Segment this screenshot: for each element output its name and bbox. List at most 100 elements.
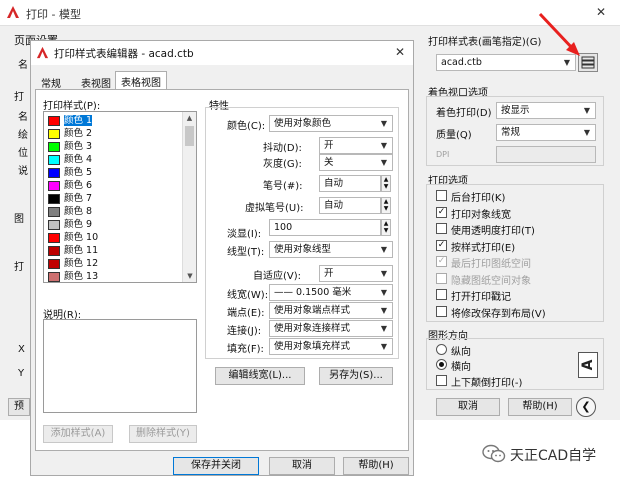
scrollbar-thumb[interactable]: [185, 126, 194, 146]
portrait-radio[interactable]: [436, 344, 447, 355]
editor-help-button[interactable]: 帮助(H): [343, 457, 409, 475]
plot-style-name: 颜色 2: [64, 128, 93, 139]
plot-style-name: 颜色 1: [64, 115, 93, 126]
plot-option-label: 将修改保存到布局(V): [451, 308, 546, 320]
add-style-button[interactable]: 添加样式(A): [43, 425, 113, 443]
description-input[interactable]: [43, 319, 197, 413]
tab-form-view[interactable]: 表格视图: [115, 71, 167, 90]
plot-option-checkbox: [436, 272, 447, 284]
chevron-down-icon: ▼: [380, 324, 388, 333]
landscape-label: 横向: [451, 362, 471, 373]
fill-select[interactable]: 使用对象填充样式 ▼: [269, 338, 393, 355]
preview-button[interactable]: 预: [8, 398, 30, 416]
chevron-down-icon: ▼: [380, 245, 388, 254]
linetype-select[interactable]: 使用对象线型 ▼: [269, 241, 393, 258]
fill-value: 使用对象填充样式: [274, 341, 351, 352]
plot-style-item[interactable]: 颜色 8: [46, 205, 182, 218]
print-title: 打印 - 模型: [26, 8, 81, 21]
joinstyle-select[interactable]: 使用对象连接样式 ▼: [269, 320, 393, 337]
editor-close-button[interactable]: ✕: [395, 45, 405, 59]
dither-select[interactable]: 开 ▼: [319, 137, 393, 154]
scroll-down-icon[interactable]: ▼: [183, 270, 196, 282]
side-letter: 名: [18, 112, 28, 123]
plot-option-checkbox[interactable]: ✓: [436, 239, 447, 251]
pen-input[interactable]: 自动: [319, 175, 381, 192]
upside-down-checkbox[interactable]: [436, 375, 447, 386]
plot-style-item[interactable]: 颜色 3: [46, 140, 182, 153]
print-close-button[interactable]: ✕: [596, 5, 606, 19]
chevron-down-icon: ▼: [380, 342, 388, 351]
plot-styles-label: 打印样式(P):: [43, 101, 101, 112]
virtual-pen-spinner[interactable]: ▲ ▼: [381, 197, 391, 214]
color-swatch-icon: [48, 128, 60, 139]
pen-label: 笔号(#):: [263, 181, 303, 192]
side-letter: 位: [18, 148, 28, 159]
shade-plot-value: 按显示: [501, 105, 530, 116]
endstyle-select[interactable]: 使用对象端点样式 ▼: [269, 302, 393, 319]
plot-style-item[interactable]: 颜色 13: [46, 270, 182, 282]
plot-style-item[interactable]: 颜色 12: [46, 257, 182, 270]
plot-option-checkbox[interactable]: [436, 223, 447, 234]
plot-option-label: 隐藏图纸空间对象: [451, 275, 531, 287]
chevron-down-icon: ▼: [380, 269, 388, 278]
plot-style-item[interactable]: 颜色 6: [46, 179, 182, 192]
edit-lineweights-button[interactable]: 编辑线宽(L)...: [215, 367, 305, 385]
screening-spinner[interactable]: ▲ ▼: [381, 219, 391, 236]
plot-option-checkbox[interactable]: [436, 190, 447, 201]
editor-title: 打印样式表编辑器 - acad.ctb: [54, 48, 194, 60]
save-close-button[interactable]: 保存并关闭: [173, 457, 259, 475]
plot-styles-items: 颜色 1 颜色 2 颜色 3 颜色 4 颜色 5 颜色 6 颜色 7 颜色 8 颜色 9 颜色 1…: [46, 114, 182, 282]
expand-left-button[interactable]: ❮: [576, 397, 596, 417]
lineweight-value: —— 0.1500 毫米: [274, 287, 352, 298]
linetype-value: 使用对象线型: [274, 244, 332, 255]
color-swatch-icon: [48, 245, 60, 256]
shade-plot-label: 着色打印(D): [436, 108, 492, 119]
lineweight-label: 线宽(W):: [227, 290, 269, 301]
dither-value: 开: [324, 140, 334, 151]
save-as-button[interactable]: 另存为(S)...: [319, 367, 393, 385]
lineweight-select[interactable]: —— 0.1500 毫米 ▼: [269, 284, 393, 301]
plot-option-checkbox[interactable]: [436, 305, 447, 317]
linetype-label: 线型(T):: [227, 247, 265, 258]
color-select[interactable]: 使用对象颜色 ▼: [269, 115, 393, 132]
plot-option-label: 使用透明度打印(T): [451, 226, 535, 237]
plot-style-item[interactable]: 颜色 9: [46, 218, 182, 231]
side-letter: 绘: [18, 130, 28, 141]
scroll-up-icon[interactable]: ▲: [183, 112, 196, 124]
virtual-pen-input[interactable]: 自动: [319, 197, 381, 214]
landscape-radio[interactable]: [436, 359, 447, 370]
plot-style-item[interactable]: 颜色 4: [46, 153, 182, 166]
plot-style-name: 颜色 4: [64, 154, 93, 165]
plot-styles-list[interactable]: 颜色 1 颜色 2 颜色 3 颜色 4 颜色 5 颜色 6 颜色 7 颜色 8 颜色 9 颜色 1…: [43, 111, 197, 283]
print-help-button[interactable]: 帮助(H): [508, 398, 572, 416]
plot-style-item[interactable]: 颜色 1: [46, 114, 182, 127]
plot-styles-scrollbar[interactable]: ▲ ▼: [182, 112, 196, 282]
editor-cancel-button[interactable]: 取消: [269, 457, 335, 475]
endstyle-label: 端点(E):: [227, 308, 265, 319]
edit-plot-style-button[interactable]: [578, 53, 598, 72]
quality-select[interactable]: 常规 ▼: [496, 124, 596, 141]
print-titlebar: 打印 - 模型 ✕: [0, 0, 620, 26]
color-swatch-icon: [48, 271, 60, 282]
plot-style-item[interactable]: 颜色 5: [46, 166, 182, 179]
plot-option-checkbox[interactable]: [436, 289, 447, 300]
wechat-icon: [482, 444, 506, 464]
color-swatch-icon: [48, 232, 60, 243]
plot-style-table-select[interactable]: acad.ctb ▼: [436, 54, 576, 71]
plot-option-checkbox[interactable]: ✓: [436, 206, 447, 218]
plot-style-name: 颜色 13: [64, 271, 99, 282]
color-swatch-icon: [48, 115, 60, 126]
grayscale-select[interactable]: 关 ▼: [319, 154, 393, 171]
adaptive-select[interactable]: 开 ▼: [319, 265, 393, 282]
delete-style-button[interactable]: 删除样式(Y): [129, 425, 197, 443]
dpi-label: DPI: [436, 150, 450, 159]
shade-plot-select[interactable]: 按显示 ▼: [496, 102, 596, 119]
plot-style-item[interactable]: 颜色 7: [46, 192, 182, 205]
plot-style-item[interactable]: 颜色 11: [46, 244, 182, 257]
pen-spinner[interactable]: ▲ ▼: [381, 175, 391, 192]
side-letter: Y: [18, 368, 25, 379]
plot-style-item[interactable]: 颜色 2: [46, 127, 182, 140]
plot-style-item[interactable]: 颜色 10: [46, 231, 182, 244]
screening-input[interactable]: 100: [269, 219, 381, 236]
print-cancel-button[interactable]: 取消: [436, 398, 500, 416]
